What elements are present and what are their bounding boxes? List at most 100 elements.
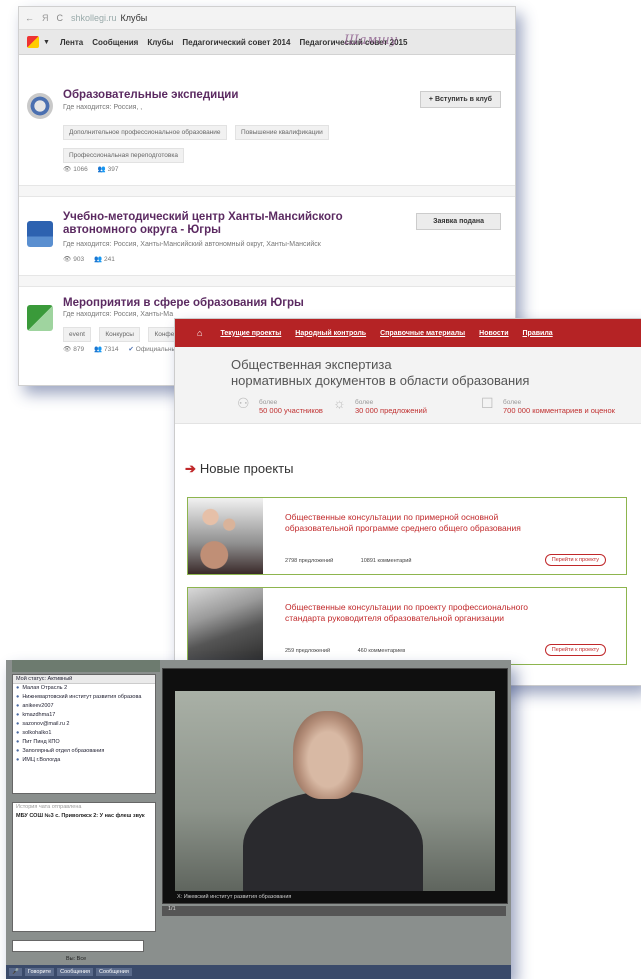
- video-conference-window: Мой статус: Активный ● Малая Отрасль 2 ● Н…: [6, 660, 511, 979]
- views-count: 903: [73, 256, 85, 263]
- views-count: 879: [73, 346, 85, 353]
- user-icon: ●: [16, 712, 20, 718]
- hero-title-line1: Общественная экспертиза: [231, 357, 392, 372]
- club-title[interactable]: Учебно-методический центр Ханты-Мансийск…: [63, 211, 383, 237]
- nav-current-projects[interactable]: Текущие проекты: [220, 330, 281, 337]
- yandex-icon[interactable]: Я: [42, 13, 49, 23]
- mic-button[interactable]: 🎤: [9, 968, 22, 976]
- center-logo-icon: [27, 221, 53, 247]
- user-icon: ●: [16, 757, 20, 763]
- tag[interactable]: Повышение квалификации: [234, 125, 329, 140]
- section-title: ➔ Новые проекты: [185, 461, 294, 476]
- hero: Общественная экспертиза нормативных доку…: [175, 347, 641, 424]
- request-sent-button[interactable]: Заявка подана: [416, 213, 501, 230]
- club-stats: 👁 903 👥 241: [63, 255, 123, 263]
- messages-button-2[interactable]: Сообщения: [95, 968, 132, 976]
- address-bar[interactable]: ← Я C shkollegi.ru Клубы: [19, 7, 515, 30]
- chat-recipient-select[interactable]: Вы: Все: [66, 956, 86, 962]
- club-stats: 👁 1066 👥 397: [63, 165, 127, 173]
- go-to-project-button[interactable]: Перейти к проекту: [544, 554, 606, 566]
- user-item[interactable]: ● Пит Пинд КПО: [13, 738, 155, 747]
- video-panel: Х: Ижевский институт развития образовани…: [162, 668, 508, 904]
- tag[interactable]: Дополнительное профессиональное образова…: [63, 125, 227, 140]
- back-icon[interactable]: ←: [25, 13, 34, 23]
- user-item[interactable]: ● Малая Отрасль 2: [13, 684, 155, 693]
- members-count: 241: [104, 256, 115, 263]
- tag[interactable]: Конкурсы: [99, 327, 140, 342]
- stat-participants: ⚇ более 50 000 участников: [237, 395, 323, 415]
- club-title[interactable]: Мероприятия в сфере образования Югры: [63, 297, 383, 310]
- tag[interactable]: Профессиональная переподготовка: [63, 148, 184, 163]
- user-icon: ●: [16, 730, 20, 736]
- education-logo-icon: [27, 305, 53, 331]
- speak-button[interactable]: Говорите: [24, 968, 55, 976]
- url-path: Клубы: [120, 13, 148, 23]
- user-icon: ●: [16, 694, 20, 700]
- project-card[interactable]: Общественные консультации по примерной о…: [187, 497, 627, 575]
- people-icon: ⚇: [237, 395, 250, 411]
- top-nav: ⌂ Текущие проекты Народный контроль Спра…: [175, 319, 641, 347]
- club-location: Где находится: Россия, ,: [63, 104, 143, 111]
- views-icon: 👁: [63, 346, 72, 353]
- nav-clubs[interactable]: Клубы: [147, 38, 173, 47]
- nav-feed[interactable]: Лента: [60, 38, 83, 47]
- comments-count: 10891 комментарий: [360, 558, 412, 564]
- my-status[interactable]: Мой статус: Активный: [13, 675, 155, 684]
- users-list[interactable]: Мой статус: Активный ● Малая Отрасль 2 ● Н…: [12, 674, 156, 794]
- nav-reference[interactable]: Справочные материалы: [380, 330, 465, 337]
- speech-bubble-icon: ☐: [481, 395, 494, 411]
- project-title[interactable]: Общественные консультации по проекту про…: [285, 602, 555, 624]
- divider: [19, 275, 515, 287]
- video-toolbar: 1/1: [162, 906, 506, 916]
- views-icon: 👁: [63, 166, 72, 173]
- project-meta: 2798 предложений 10891 комментарий: [285, 558, 437, 564]
- arrow-right-icon: ➔: [185, 461, 196, 476]
- users-panel-title: [12, 660, 160, 672]
- user-item[interactable]: ● ИМЦ г.Вологда: [13, 756, 155, 765]
- project-thumbnail: [188, 588, 263, 664]
- project-title[interactable]: Общественные консультации по примерной о…: [285, 512, 555, 534]
- user-item[interactable]: ● Заполярный отдел образования: [13, 747, 155, 756]
- club-stats: 👁 879 👥 7314 ✔ Официальны: [63, 345, 184, 353]
- chat-input[interactable]: [12, 940, 144, 952]
- signature-watermark: Шамшу: [344, 33, 398, 48]
- video-frame: [175, 691, 495, 891]
- taskbar: 🎤 Говорите Сообщения Сообщения: [6, 965, 511, 979]
- chat-message: МБУ СОШ №3 с. Приволжск 2: У нас флеш зв…: [16, 813, 145, 819]
- chevron-down-icon[interactable]: ▼: [43, 39, 50, 46]
- user-icon: ●: [16, 685, 20, 691]
- hero-title-line2: нормативных документов в области образов…: [231, 373, 530, 388]
- nav-news[interactable]: Новости: [479, 330, 508, 337]
- speaker-head: [293, 711, 363, 799]
- project-card[interactable]: Общественные консультации по проекту про…: [187, 587, 627, 665]
- tag[interactable]: event: [63, 327, 91, 342]
- official-badge-icon: ✔: [128, 346, 134, 353]
- comments-count: 460 комментариев: [357, 648, 406, 654]
- club-location: Где находится: Россия, Ханты-Ма: [63, 311, 174, 318]
- go-to-project-button[interactable]: Перейти к проекту: [544, 644, 606, 656]
- nav-council-2014[interactable]: Педагогический совет 2014: [182, 38, 290, 47]
- user-item[interactable]: ● solkohalko1: [13, 729, 155, 738]
- user-icon: ●: [16, 703, 20, 709]
- reload-icon[interactable]: C: [57, 13, 64, 23]
- members-count: 397: [107, 166, 119, 173]
- project-thumbnail: [188, 498, 263, 574]
- nav-public-control[interactable]: Народный контроль: [295, 330, 366, 337]
- user-item[interactable]: ● anikeev2007: [13, 702, 155, 711]
- members-icon: 👥: [93, 346, 103, 353]
- compass-icon: [27, 93, 53, 119]
- nav-rules[interactable]: Правила: [523, 330, 553, 337]
- chat-panel: История чата отправлена МБУ СОШ №3 с. Пр…: [12, 802, 156, 932]
- club-title[interactable]: Образовательные экспедиции: [63, 89, 383, 102]
- site-logo-icon[interactable]: [27, 36, 39, 48]
- join-club-button[interactable]: + Вступить в клуб: [419, 91, 501, 108]
- video-page[interactable]: 1/1: [168, 906, 176, 912]
- user-item[interactable]: ● kmazdhma17: [13, 711, 155, 720]
- messages-button[interactable]: Сообщения: [57, 968, 93, 976]
- user-item[interactable]: ● Нижневартовский институт развития образ…: [13, 693, 155, 702]
- user-icon: ●: [16, 748, 20, 754]
- user-item[interactable]: ● sazonov@mail.ru 2: [13, 720, 155, 729]
- divider: [19, 185, 515, 197]
- home-icon[interactable]: ⌂: [197, 328, 202, 338]
- nav-messages[interactable]: Сообщения: [92, 38, 138, 47]
